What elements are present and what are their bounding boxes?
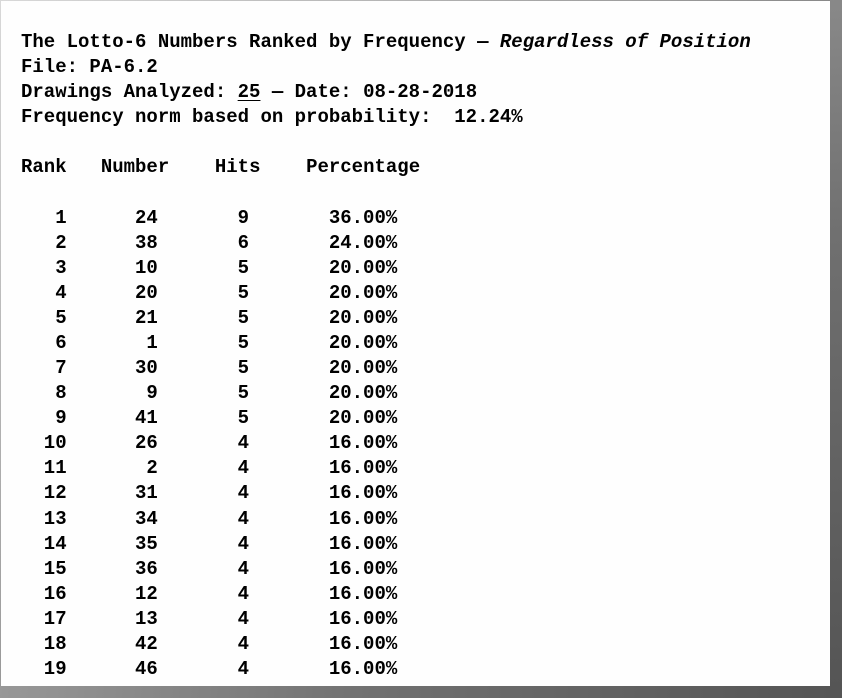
- title-line: The Lotto-6 Numbers Ranked by Frequency …: [21, 31, 751, 53]
- ellipsis: ...: [44, 683, 78, 698]
- col-hits: Hits: [215, 156, 261, 178]
- header-row: Rank Number Hits Percentage: [21, 156, 420, 178]
- date-label: — Date:: [260, 81, 363, 103]
- data-rows: 1 24 9 36.00% 2 38 6 24.00% 3 10 5 20.00…: [21, 207, 397, 680]
- file-label: File:: [21, 56, 89, 78]
- freq-label: Frequency norm based on probability:: [21, 106, 454, 128]
- title-suffix: Regardless of Position: [500, 31, 751, 53]
- col-rank: Rank: [21, 156, 67, 178]
- freq-line: Frequency norm based on probability: 12.…: [21, 106, 523, 128]
- date-value: 08-28-2018: [363, 81, 477, 103]
- drawings-label: Drawings Analyzed:: [21, 81, 238, 103]
- drawings-value: 25: [238, 81, 261, 103]
- document-content: The Lotto-6 Numbers Ranked by Frequency …: [1, 1, 830, 698]
- col-percentage: Percentage: [306, 156, 420, 178]
- file-line: File: PA-6.2: [21, 56, 158, 78]
- document-frame: The Lotto-6 Numbers Ranked by Frequency …: [0, 0, 842, 698]
- drawings-line: Drawings Analyzed: 25 — Date: 08-28-2018: [21, 81, 477, 103]
- file-value: PA-6.2: [89, 56, 157, 78]
- col-number: Number: [101, 156, 169, 178]
- title-prefix: The Lotto-6 Numbers Ranked by Frequency …: [21, 31, 500, 53]
- freq-value: 12.24%: [454, 106, 522, 128]
